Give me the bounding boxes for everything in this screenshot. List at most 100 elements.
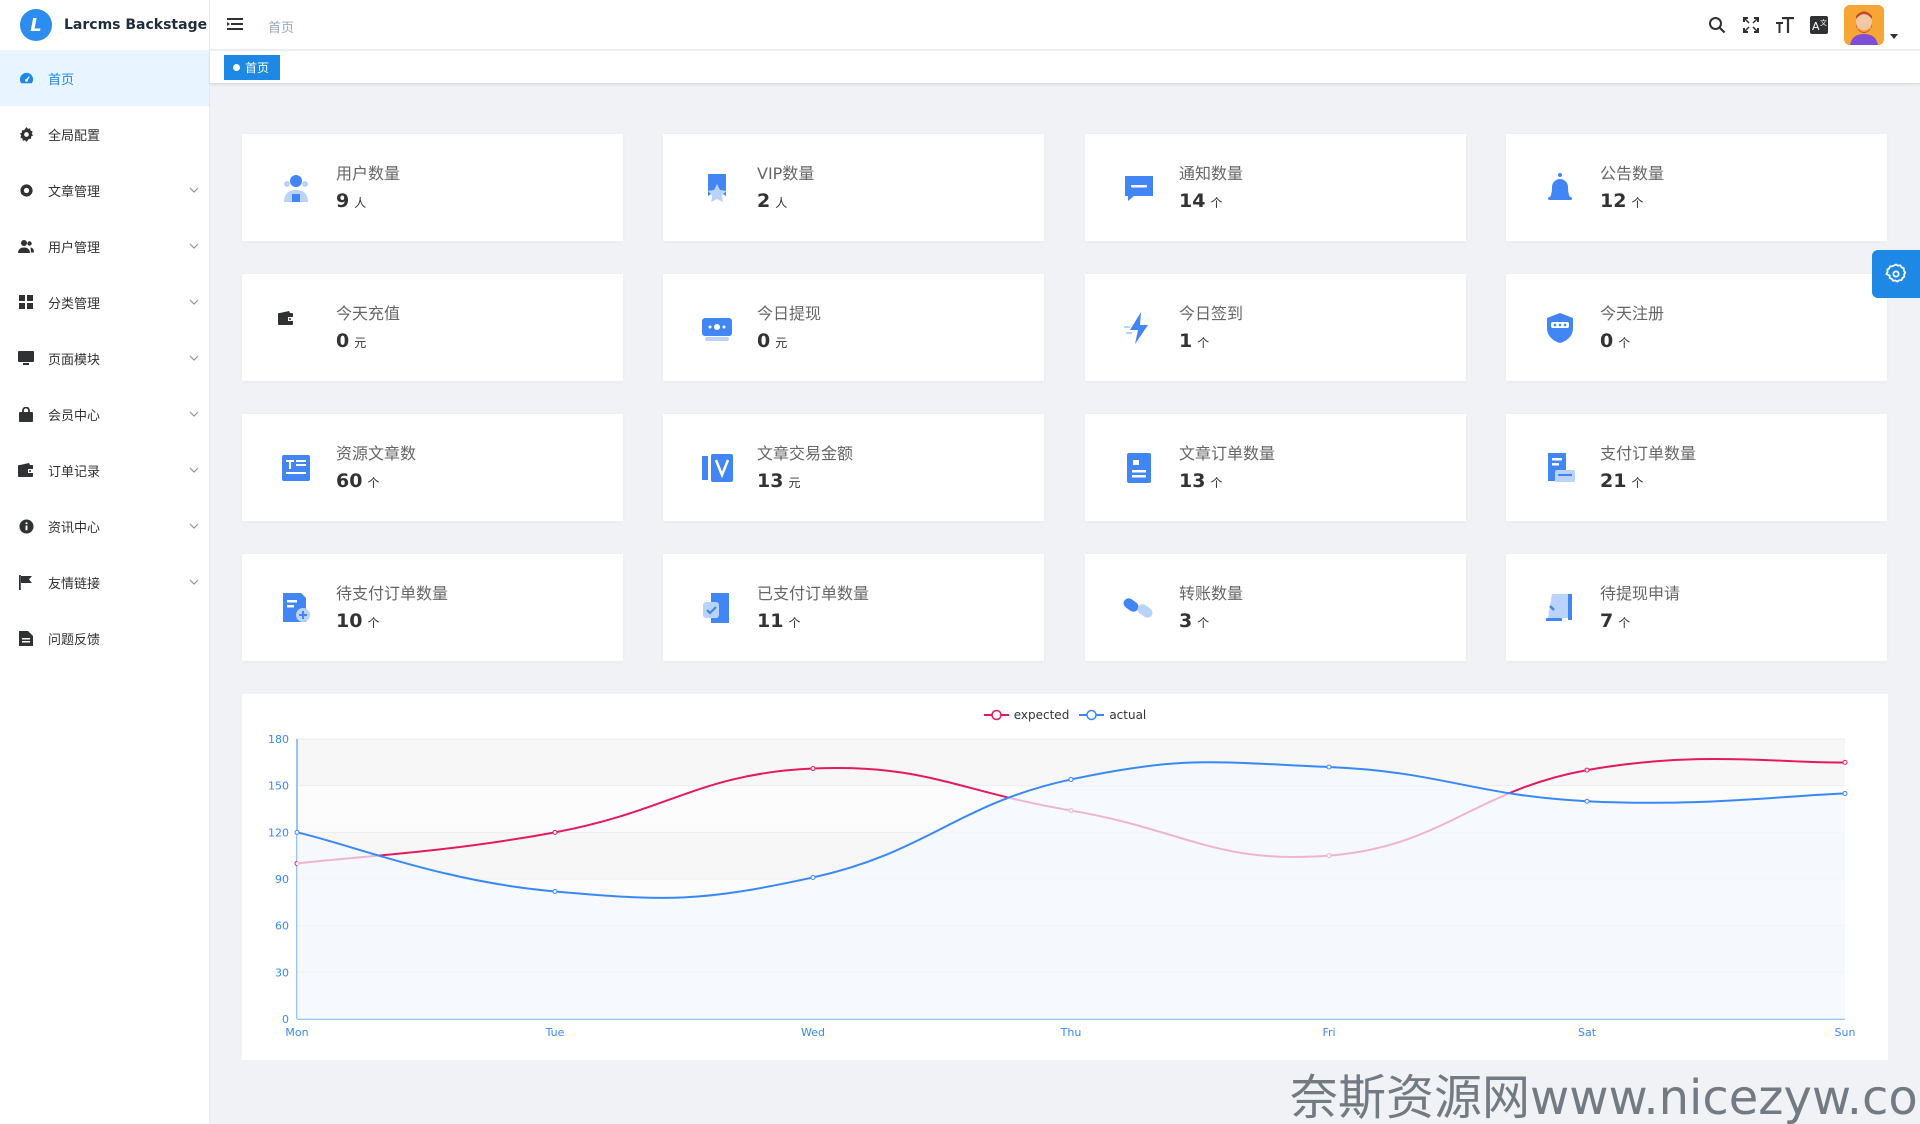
y-tick-label: 60 bbox=[275, 920, 289, 933]
stat-title: 待支付订单数量 bbox=[336, 584, 449, 603]
stat-value: 3 bbox=[1179, 610, 1193, 632]
stat-title: 已支付订单数量 bbox=[757, 584, 870, 603]
stat-value-row: 0元 bbox=[757, 330, 787, 352]
y-tick-label: 120 bbox=[268, 826, 289, 839]
data-point-actual bbox=[552, 888, 558, 894]
stat-card[interactable]: 待支付订单数量 10 个 bbox=[242, 554, 623, 661]
sidebar-item-3[interactable]: 用户管理 bbox=[0, 218, 209, 274]
x-tick-label: Sat bbox=[1578, 1026, 1597, 1039]
sidebar-item-label: 会员中心 bbox=[48, 408, 101, 424]
search-icon[interactable] bbox=[1700, 8, 1734, 42]
stat-unit: 个 bbox=[367, 476, 380, 490]
order-doc-icon bbox=[1121, 450, 1157, 486]
y-tick-label: 150 bbox=[268, 780, 289, 793]
stat-card[interactable]: 公告数量 12 个 bbox=[1506, 134, 1887, 241]
header: 首页 A文 bbox=[210, 0, 1920, 50]
stat-card[interactable]: 已支付订单数量 11 个 bbox=[663, 554, 1044, 661]
logo-mark: L bbox=[20, 9, 52, 41]
y-tick-label: 30 bbox=[275, 966, 289, 979]
stat-value-row: 60 个 bbox=[336, 470, 379, 492]
stat-value-row: 0个 bbox=[1600, 330, 1630, 352]
stat-title: 用户数量 bbox=[336, 164, 401, 183]
stat-card[interactable]: 文章交易金额 13 元 bbox=[663, 414, 1044, 521]
stat-card[interactable]: 今天注册 0 个 bbox=[1506, 274, 1887, 381]
vip-badge-icon bbox=[699, 170, 735, 206]
sidebar-item-8[interactable]: 资讯中心 bbox=[0, 498, 209, 554]
sidebar-item-4[interactable]: 分类管理 bbox=[0, 274, 209, 330]
stat-title: 今日签到 bbox=[1179, 304, 1244, 323]
sidebar-item-label: 资讯中心 bbox=[48, 520, 101, 536]
stat-value: 14 bbox=[1179, 190, 1206, 212]
gear-icon bbox=[1885, 263, 1907, 283]
stat-title: 通知数量 bbox=[1179, 164, 1244, 183]
breadcrumb[interactable]: 首页 bbox=[268, 17, 294, 36]
monitor-icon bbox=[18, 350, 34, 366]
data-point-actual bbox=[1584, 798, 1590, 804]
stat-title: 待提现申请 bbox=[1600, 584, 1681, 603]
stat-unit: 元 bbox=[775, 336, 788, 350]
sidebar-item-1[interactable]: 全局配置 bbox=[0, 106, 209, 162]
stat-card[interactable]: 转账数量 3 个 bbox=[1085, 554, 1466, 661]
sidebar-item-2[interactable]: 文章管理 bbox=[0, 162, 209, 218]
sidebar-item-label: 订单记录 bbox=[48, 464, 101, 480]
stat-value-row: 14 个 bbox=[1179, 190, 1222, 212]
chevron-down-icon[interactable] bbox=[1890, 33, 1898, 39]
stat-card[interactable]: 待提现申请 7 个 bbox=[1506, 554, 1887, 661]
stat-card[interactable]: 今天充值 0 元 bbox=[242, 274, 623, 381]
stat-card[interactable]: 文章订单数量 13 个 bbox=[1085, 414, 1466, 521]
stat-title: 转账数量 bbox=[1179, 584, 1244, 603]
stat-value-row: 0元 bbox=[336, 330, 366, 352]
sidebar-item-7[interactable]: 订单记录 bbox=[0, 442, 209, 498]
svg-text:文: 文 bbox=[1820, 18, 1827, 27]
tag-home[interactable]: 首页 bbox=[224, 55, 281, 80]
stat-value-row: 13 个 bbox=[1179, 470, 1222, 492]
bell-icon bbox=[1542, 170, 1578, 206]
sidebar-item-6[interactable]: 会员中心 bbox=[0, 386, 209, 442]
x-tick-label: Fri bbox=[1322, 1026, 1335, 1039]
stat-value-row: 7个 bbox=[1600, 610, 1630, 632]
transfer-icon bbox=[1121, 590, 1157, 626]
logo[interactable]: L Larcms Backstage bbox=[0, 0, 209, 50]
stat-value: 7 bbox=[1600, 610, 1614, 632]
stat-unit: 个 bbox=[1631, 476, 1644, 490]
sidebar-item-label: 文章管理 bbox=[48, 184, 101, 200]
avatar[interactable] bbox=[1844, 5, 1884, 45]
lightning-icon bbox=[1121, 310, 1157, 346]
data-point-actual bbox=[294, 829, 300, 835]
stat-card[interactable]: 今日签到 1 个 bbox=[1085, 274, 1466, 381]
settings-button[interactable] bbox=[1872, 250, 1920, 298]
stat-card[interactable]: 支付订单数量 21 个 bbox=[1506, 414, 1887, 521]
fullscreen-icon[interactable] bbox=[1734, 8, 1768, 42]
x-tick-label: Mon bbox=[285, 1026, 308, 1039]
sidebar-item-label: 问题反馈 bbox=[48, 632, 101, 648]
sidebar-item-label: 分类管理 bbox=[48, 296, 101, 312]
watermark: 奈斯资源网www.nicezyw.com bbox=[1290, 1070, 1920, 1124]
stat-unit: 元 bbox=[788, 476, 801, 490]
stat-card[interactable]: 用户数量 9 人 bbox=[242, 134, 623, 241]
sidebar-item-10[interactable]: 问题反馈 bbox=[0, 610, 209, 666]
stat-card[interactable]: VIP数量 2 人 bbox=[663, 134, 1044, 241]
stat-value-row: 2人 bbox=[757, 190, 787, 212]
stat-value-row: 10 个 bbox=[336, 610, 379, 632]
shield-icon bbox=[1542, 310, 1578, 346]
translate-icon[interactable]: A文 bbox=[1802, 8, 1836, 42]
hamburger-icon[interactable] bbox=[226, 15, 244, 37]
stat-value-row: 12 个 bbox=[1600, 190, 1643, 212]
wallet-icon bbox=[278, 310, 314, 346]
stat-value: 0 bbox=[757, 330, 771, 352]
stat-card[interactable]: 资源文章数 60 个 bbox=[242, 414, 623, 521]
cash-icon bbox=[699, 310, 735, 346]
data-point-actual bbox=[1842, 790, 1848, 796]
data-point-expected bbox=[1842, 759, 1848, 765]
stat-card[interactable]: 今日提现 0 元 bbox=[663, 274, 1044, 381]
stat-unit: 个 bbox=[367, 616, 380, 630]
gear-icon bbox=[18, 126, 34, 142]
font-size-icon[interactable] bbox=[1768, 8, 1802, 42]
sidebar-item-0[interactable]: 首页 bbox=[0, 50, 209, 106]
data-point-expected bbox=[810, 766, 816, 772]
stat-value-row: 13 元 bbox=[757, 470, 800, 492]
sidebar-item-9[interactable]: 友情链接 bbox=[0, 554, 209, 610]
flag-icon bbox=[18, 574, 34, 590]
stat-card[interactable]: 通知数量 14 个 bbox=[1085, 134, 1466, 241]
sidebar-item-5[interactable]: 页面模块 bbox=[0, 330, 209, 386]
